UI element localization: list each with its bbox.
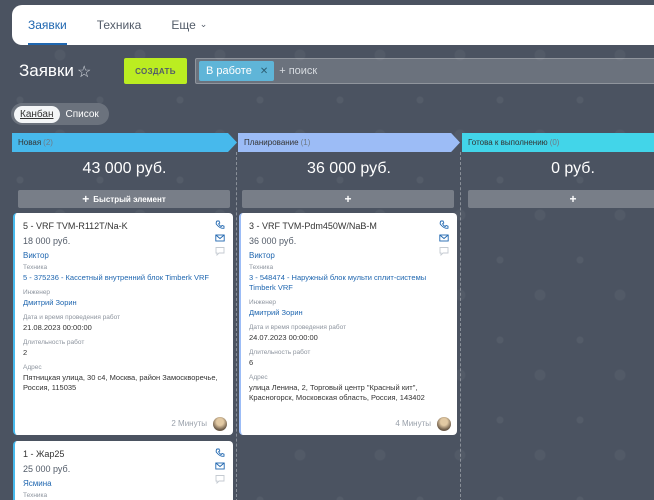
field-label: Длительность работ <box>249 349 311 356</box>
quick-add-button[interactable]: + Быстрый элемент <box>18 190 230 208</box>
filter-chip-label: В работе <box>206 65 252 77</box>
column-divider <box>236 152 237 500</box>
tab-label: Еще <box>171 18 196 32</box>
column-sum: 36 000 руб. <box>307 160 391 177</box>
card-contact[interactable]: Виктор <box>249 251 449 260</box>
field-label: Дата и время проведения работ <box>23 314 121 321</box>
address-value: улица Ленина, 2, Торговый центр "Красный… <box>249 383 425 402</box>
field-label: Адрес <box>249 374 268 381</box>
tab-zayavki[interactable]: Заявки <box>28 5 67 45</box>
field-label: Инженер <box>23 289 51 296</box>
avatar[interactable] <box>213 417 227 431</box>
card-time: 4 Минуты <box>395 419 431 428</box>
view-list[interactable]: Список <box>60 106 105 123</box>
tab-tehnika[interactable]: Техника <box>97 5 142 45</box>
view-kanban[interactable]: Канбан <box>14 105 60 123</box>
tech-link[interactable]: 3 - 548474 - Наружный блок мульти сплит-… <box>249 273 449 293</box>
card-actions <box>215 448 225 484</box>
date-value: 24.07.2023 00:00:00 <box>249 333 318 342</box>
engineer-link[interactable]: Дмитрий Зорин <box>249 308 449 318</box>
mail-icon[interactable] <box>439 233 449 243</box>
field-label: Техника <box>249 264 274 271</box>
plus-icon: + <box>82 192 90 206</box>
field-label: Дата и время проведения работ <box>249 324 347 331</box>
phone-icon[interactable] <box>215 220 225 230</box>
view-switch: Канбан Список <box>11 103 109 125</box>
kanban-card[interactable]: 5 - VRF TVM-R112T/Na-K 18 000 руб. Викто… <box>13 213 233 435</box>
card-contact[interactable]: Ясмина <box>23 479 225 488</box>
card-time: 2 Минуты <box>171 419 207 428</box>
avatar[interactable] <box>437 417 451 431</box>
column-header-ready: Готова к выполнению (0) <box>462 133 654 152</box>
duration-value: 6 <box>249 358 254 367</box>
column-title: Планирование <box>244 138 299 147</box>
engineer-link[interactable]: Дмитрий Зорин <box>23 298 225 308</box>
field-label: Техника <box>23 492 48 499</box>
date-value: 21.08.2023 00:00:00 <box>23 323 92 332</box>
chat-icon[interactable] <box>439 246 449 256</box>
card-title[interactable]: 5 - VRF TVM-R112T/Na-K <box>23 221 225 231</box>
mail-icon[interactable] <box>215 233 225 243</box>
phone-icon[interactable] <box>215 448 225 458</box>
field-label: Техника <box>23 264 48 271</box>
field-label: Инженер <box>249 299 277 306</box>
star-icon[interactable]: ☆ <box>77 62 91 82</box>
create-button[interactable]: СОЗДАТЬ <box>124 58 187 84</box>
tab-label: Заявки <box>28 18 67 32</box>
column-count: (2) <box>43 138 53 147</box>
column-sum: 43 000 руб. <box>82 160 167 177</box>
card-contact[interactable]: Виктор <box>23 251 225 260</box>
kanban-card[interactable]: 3 - VRF TVM-Pdm450W/NaB-M 36 000 руб. Ви… <box>239 213 457 435</box>
top-nav: Заявки Техника Еще ⌄ <box>12 5 654 45</box>
plus-icon: + <box>344 192 352 206</box>
card-title[interactable]: 1 - Жар25 <box>23 449 225 459</box>
card-price: 25 000 руб. <box>23 464 71 474</box>
address-value: Пятницкая улица, 30 с4, Москва, район За… <box>23 373 218 392</box>
duration-value: 2 <box>23 348 28 357</box>
field-label: Длительность работ <box>23 339 85 346</box>
close-icon[interactable]: ✕ <box>260 66 268 77</box>
chevron-down-icon: ⌄ <box>199 18 208 29</box>
column-sum: 0 руб. <box>551 160 595 177</box>
plus-icon: + <box>569 192 577 206</box>
column-title: Новая <box>18 138 42 147</box>
column-header-planning: Планирование (1) <box>238 133 460 152</box>
column-count: (0) <box>549 138 560 147</box>
tab-label: Техника <box>96 18 142 32</box>
column-divider <box>460 152 461 500</box>
page-title: Заявки <box>19 61 74 80</box>
field-label: Адрес <box>23 364 42 371</box>
column-title: Готова к выполнению <box>468 138 548 147</box>
card-price: 36 000 руб. <box>249 236 297 246</box>
chat-icon[interactable] <box>215 246 225 256</box>
filter-chip[interactable]: В работе ✕ <box>199 61 275 81</box>
card-actions <box>215 220 225 256</box>
add-button[interactable]: + <box>242 190 454 208</box>
kanban-card[interactable]: 1 - Жар25 25 000 руб. Ясмина Техника <box>13 441 233 500</box>
card-actions <box>439 220 449 256</box>
column-count: (1) <box>300 138 311 147</box>
card-price: 18 000 руб. <box>23 236 71 246</box>
card-title[interactable]: 3 - VRF TVM-Pdm450W/NaB-M <box>249 221 449 231</box>
filter-search-box[interactable]: В работе ✕ <box>195 58 654 84</box>
tech-link[interactable]: 5 - 375236 - Кассетный внутренний блок T… <box>23 273 225 283</box>
chat-icon[interactable] <box>215 474 225 484</box>
search-input[interactable] <box>279 65 480 77</box>
quick-add-label: Быстрый элемент <box>93 194 166 204</box>
add-button[interactable]: + <box>468 190 654 208</box>
phone-icon[interactable] <box>439 220 449 230</box>
mail-icon[interactable] <box>215 461 225 471</box>
tab-more[interactable]: Еще ⌄ <box>171 5 207 45</box>
column-header-new: Новая (2) <box>12 133 237 152</box>
